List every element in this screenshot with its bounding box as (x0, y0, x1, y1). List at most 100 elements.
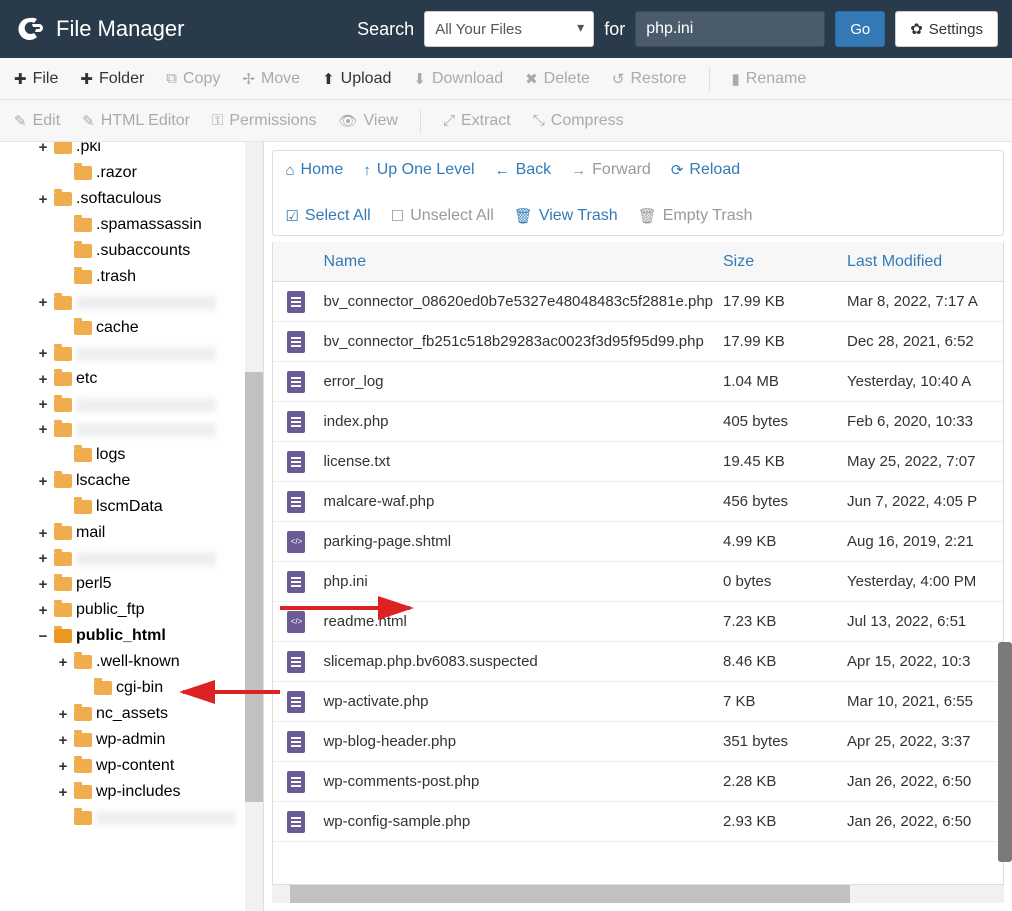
tree-item[interactable]: +public_ftp (8, 597, 259, 623)
tree-toggle[interactable]: + (36, 473, 50, 490)
column-name[interactable]: Name (319, 253, 723, 271)
tree-toggle[interactable]: + (36, 525, 50, 542)
edit-button[interactable]: ✎Edit (14, 112, 60, 130)
tree-item[interactable]: +perl5 (8, 571, 259, 597)
view-button[interactable]: 👁View (339, 112, 398, 130)
file-row[interactable]: license.txt19.45 KBMay 25, 2022, 7:07 (273, 442, 1003, 482)
tree-scrollbar-thumb[interactable] (245, 372, 263, 802)
forward-button[interactable]: →Forward (571, 161, 651, 179)
tree-toggle[interactable]: + (36, 550, 50, 567)
tree-item[interactable]: + (8, 392, 259, 417)
page-scrollbar-thumb[interactable] (998, 642, 1012, 862)
tree-item[interactable]: +wp-includes (8, 779, 259, 805)
tree-item[interactable]: +wp-content (8, 753, 259, 779)
file-row[interactable]: malcare-waf.php456 bytesJun 7, 2022, 4:0… (273, 482, 1003, 522)
tree-item[interactable]: +.spamassassin (8, 212, 259, 238)
file-row[interactable]: wp-comments-post.php2.28 KBJan 26, 2022,… (273, 762, 1003, 802)
column-size[interactable]: Size (723, 253, 847, 271)
tree-item[interactable]: −public_html (8, 623, 259, 649)
code-file-icon (287, 531, 305, 553)
file-row[interactable]: parking-page.shtml4.99 KBAug 16, 2019, 2… (273, 522, 1003, 562)
file-row[interactable]: slicemap.php.bv6083.suspected8.46 KBApr … (273, 642, 1003, 682)
new-folder-button[interactable]: ✚Folder (80, 70, 144, 88)
tree-item-label: lscmData (96, 498, 163, 516)
file-row[interactable]: wp-config-sample.php2.93 KBJan 26, 2022,… (273, 802, 1003, 842)
tree-item[interactable]: +.softaculous (8, 186, 259, 212)
tree-item[interactable]: + (8, 417, 259, 442)
tree-item[interactable]: +logs (8, 442, 259, 468)
file-row[interactable]: bv_connector_fb251c518b29283ac0023f3d95f… (273, 322, 1003, 362)
file-row[interactable]: readme.html7.23 KBJul 13, 2022, 6:51 (273, 602, 1003, 642)
move-button[interactable]: ✢Move (242, 70, 300, 88)
settings-button[interactable]: ✿ Settings (895, 11, 998, 47)
view-trash-button[interactable]: 🗑View Trash (514, 207, 618, 225)
tree-toggle[interactable]: + (36, 371, 50, 388)
search-scope-select[interactable]: All Your Files (424, 11, 594, 47)
tree-item[interactable]: +.subaccounts (8, 238, 259, 264)
tree-toggle[interactable]: − (36, 628, 50, 645)
go-button[interactable]: Go (835, 11, 885, 47)
tree-item[interactable]: +cache (8, 315, 259, 341)
tree-item[interactable]: +cgi-bin (8, 675, 259, 701)
column-modified[interactable]: Last Modified (847, 253, 1003, 271)
select-all-button[interactable]: ☑Select All (285, 207, 370, 225)
tree-item[interactable]: +.pki (8, 142, 259, 160)
file-row[interactable]: php.ini0 bytesYesterday, 4:00 PM (273, 562, 1003, 602)
extract-button[interactable]: ⤢Extract (443, 112, 511, 130)
tree-item[interactable]: +etc (8, 366, 259, 392)
new-file-button[interactable]: ✚File (14, 70, 58, 88)
tree-toggle[interactable]: + (36, 191, 50, 208)
tree-item[interactable]: + (8, 290, 259, 315)
download-button[interactable]: ⬇Download (413, 70, 503, 88)
tree-toggle[interactable]: + (36, 576, 50, 593)
tree-toggle[interactable]: + (36, 142, 50, 156)
horizontal-scrollbar-thumb[interactable] (290, 885, 850, 903)
permissions-button[interactable]: ⚿Permissions (212, 112, 317, 130)
tree-toggle[interactable]: + (36, 345, 50, 362)
delete-button[interactable]: ✖Delete (525, 70, 590, 88)
reload-button[interactable]: ⟳Reload (671, 161, 740, 179)
upload-button[interactable]: ⬆Upload (322, 70, 391, 88)
tree-item[interactable]: +lscmData (8, 494, 259, 520)
tree-toggle[interactable]: + (36, 421, 50, 438)
tree-toggle[interactable]: + (56, 758, 70, 775)
home-button[interactable]: ⌂Home (285, 161, 343, 179)
rename-button[interactable]: ▮Rename (732, 70, 807, 88)
up-one-level-button[interactable]: ↑Up One Level (363, 161, 474, 179)
file-size: 7 KB (723, 693, 847, 710)
tree-item[interactable]: +.well-known (8, 649, 259, 675)
folder-tree[interactable]: +.pki+.razor+.softaculous+.spamassassin+… (0, 142, 263, 911)
tree-item[interactable]: + (8, 341, 259, 366)
compress-button[interactable]: ⤡Compress (533, 112, 624, 130)
tree-toggle[interactable]: + (36, 602, 50, 619)
copy-button[interactable]: ⧉Copy (166, 70, 220, 88)
tree-item[interactable]: +wp-admin (8, 727, 259, 753)
tree-item[interactable]: + (8, 805, 259, 830)
tree-toggle[interactable]: + (56, 784, 70, 801)
tree-toggle[interactable]: + (36, 396, 50, 413)
file-row[interactable]: wp-activate.php7 KBMar 10, 2021, 6:55 (273, 682, 1003, 722)
back-button[interactable]: ←Back (495, 161, 552, 179)
tree-toggle[interactable]: + (56, 706, 70, 723)
tree-scrollbar-track[interactable] (245, 142, 263, 911)
file-row[interactable]: wp-blog-header.php351 bytesApr 25, 2022,… (273, 722, 1003, 762)
search-input[interactable] (635, 11, 825, 47)
tree-item[interactable]: +mail (8, 520, 259, 546)
tree-toggle[interactable]: + (56, 654, 70, 671)
tree-item[interactable]: +.razor (8, 160, 259, 186)
tree-item[interactable]: +.trash (8, 264, 259, 290)
tree-item[interactable]: +lscache (8, 468, 259, 494)
horizontal-scrollbar[interactable] (272, 885, 1004, 903)
empty-trash-button[interactable]: 🗑Empty Trash (638, 207, 753, 225)
html-editor-button[interactable]: ✎HTML Editor (82, 112, 190, 130)
tree-item[interactable]: +nc_assets (8, 701, 259, 727)
file-icon (287, 411, 305, 433)
tree-toggle[interactable]: + (56, 732, 70, 749)
restore-button[interactable]: ↺Restore (612, 70, 687, 88)
tree-toggle[interactable]: + (36, 294, 50, 311)
file-row[interactable]: index.php405 bytesFeb 6, 2020, 10:33 (273, 402, 1003, 442)
file-row[interactable]: error_log1.04 MBYesterday, 10:40 A (273, 362, 1003, 402)
file-row[interactable]: bv_connector_08620ed0b7e5327e48048483c5f… (273, 282, 1003, 322)
unselect-all-button[interactable]: ☐Unselect All (391, 207, 494, 225)
tree-item[interactable]: + (8, 546, 259, 571)
